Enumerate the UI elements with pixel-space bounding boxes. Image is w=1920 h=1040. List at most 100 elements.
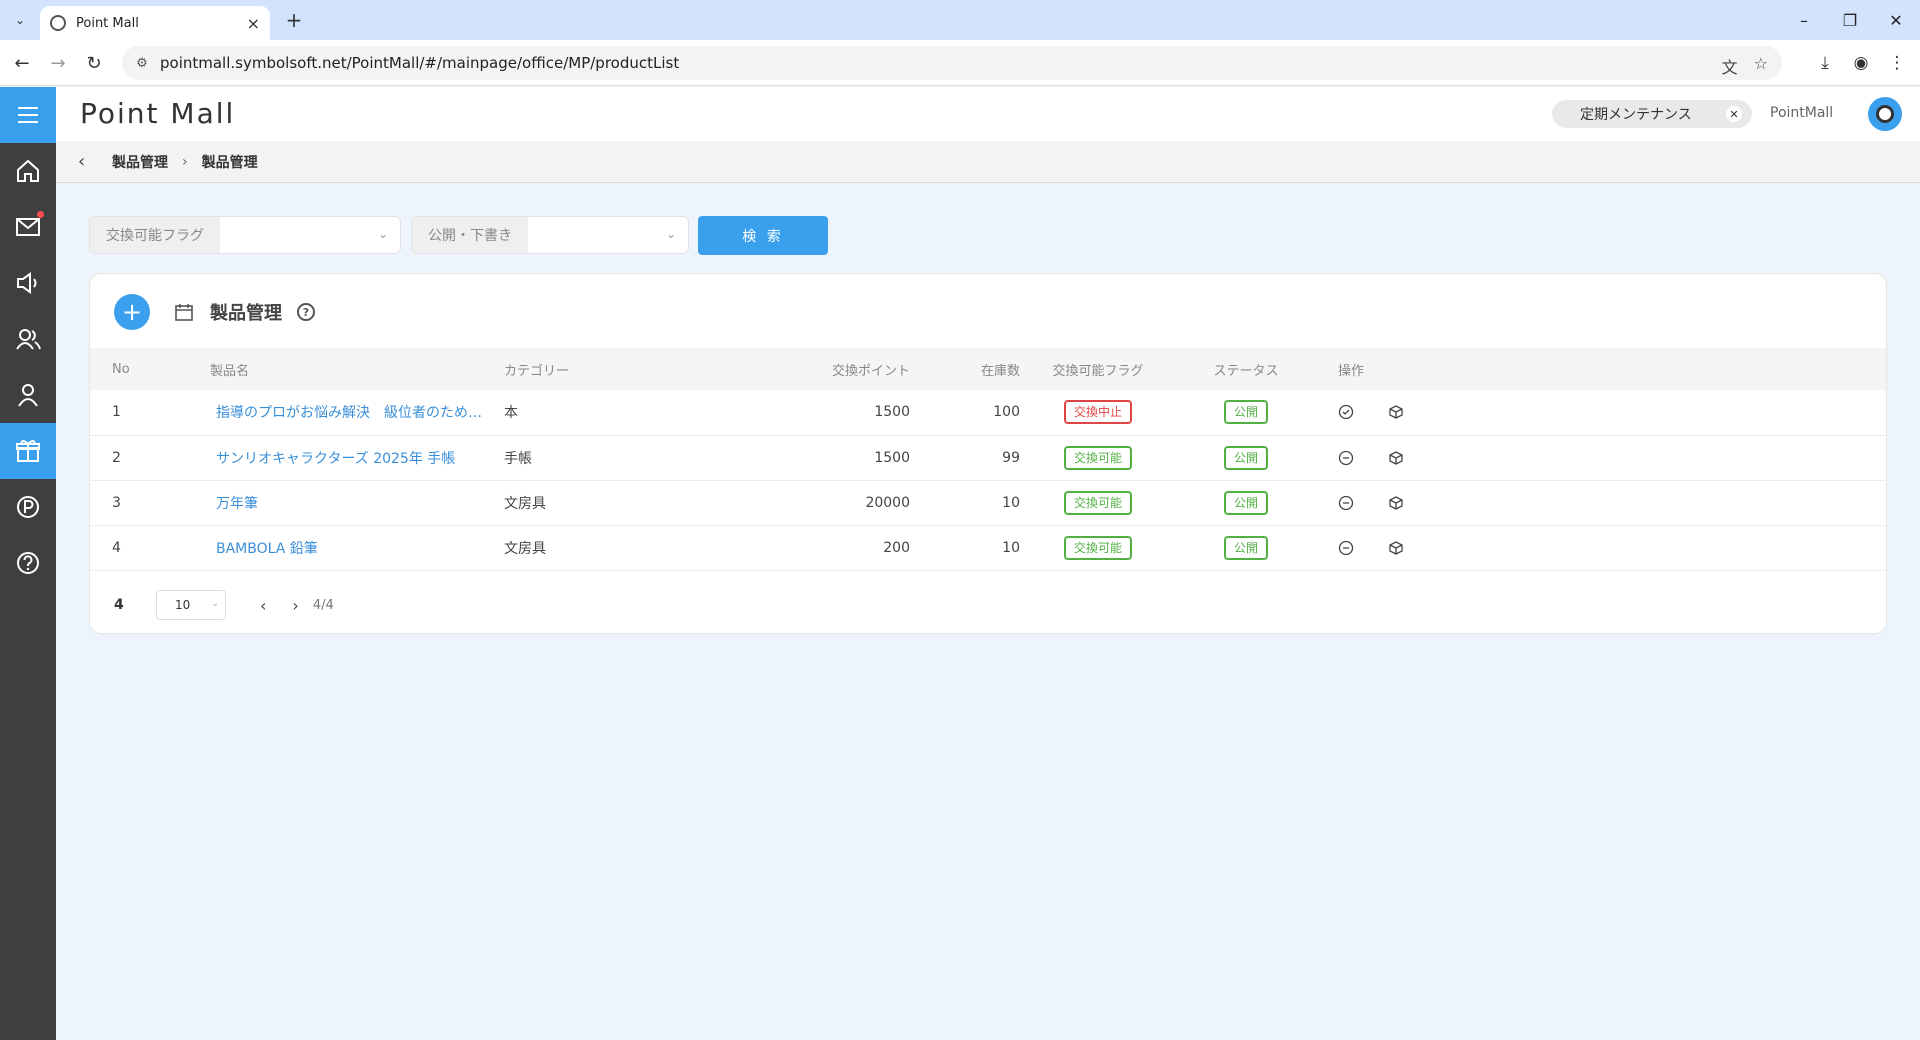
exchange-flag-select[interactable]: ⌄ bbox=[220, 217, 400, 253]
app-title: Point Mall bbox=[80, 97, 236, 130]
reload-icon[interactable]: ↻ bbox=[80, 49, 108, 77]
breadcrumb-item[interactable]: 製品管理 bbox=[112, 152, 168, 172]
new-tab-plus-icon[interactable]: + bbox=[282, 8, 306, 32]
profile-icon[interactable]: ◉ bbox=[1848, 50, 1874, 76]
download-icon[interactable]: ⤓ bbox=[1812, 50, 1838, 76]
cell-stock: 10 bbox=[910, 480, 1020, 526]
minimize-icon[interactable]: – bbox=[1784, 6, 1824, 34]
tab-close-icon[interactable]: × bbox=[247, 14, 260, 33]
globe-icon bbox=[50, 15, 66, 31]
cell-no: 1 bbox=[90, 390, 210, 436]
cell-points: 1500 bbox=[764, 435, 910, 481]
translate-icon[interactable]: 文 bbox=[1722, 54, 1738, 78]
product-name-link[interactable]: 万年筆 bbox=[210, 493, 258, 513]
publish-select[interactable]: ⌄ bbox=[528, 217, 688, 253]
help-question-icon[interactable]: ? bbox=[297, 303, 315, 321]
table-row: 4 BAMBOLA 鉛筆 文房具 200 10 交換可能 公開 bbox=[90, 525, 1886, 571]
sidebar-item-user[interactable] bbox=[0, 367, 56, 423]
browser-menu-icon[interactable]: ⋮ bbox=[1884, 50, 1910, 76]
exchange-flag-filter: 交換可能フラグ ⌄ bbox=[89, 216, 401, 254]
chevron-down-icon: ⌄ bbox=[211, 599, 219, 609]
package-box-icon[interactable] bbox=[1388, 450, 1404, 466]
chevron-down-icon: ⌄ bbox=[377, 227, 388, 241]
cell-stock: 100 bbox=[910, 390, 1020, 436]
col-header-status: ステータス bbox=[1176, 348, 1316, 390]
window-close-icon[interactable]: ✕ bbox=[1876, 6, 1916, 34]
sidebar-item-announcement[interactable] bbox=[0, 255, 56, 311]
cell-points: 1500 bbox=[764, 390, 910, 436]
product-list-card: + 製品管理 ? No 製品名 カテゴリー 交換ポイント 在庫数 交換可能フラグ… bbox=[89, 273, 1887, 634]
product-name-link[interactable]: 指導のプロがお悩み解決 級位者のための… bbox=[210, 402, 494, 422]
package-box-icon[interactable] bbox=[1388, 495, 1404, 511]
speaker-icon bbox=[17, 272, 37, 294]
page-size-select[interactable]: 10 ⌄ bbox=[156, 590, 226, 620]
disable-minus-circle-icon[interactable] bbox=[1338, 450, 1354, 466]
calendar-icon bbox=[175, 304, 193, 321]
cell-points: 200 bbox=[764, 525, 910, 571]
col-header-points: 交換ポイント bbox=[764, 348, 910, 390]
package-box-icon[interactable] bbox=[1388, 540, 1404, 556]
col-header-no: No bbox=[90, 348, 210, 390]
cell-category: 文房具 bbox=[504, 480, 764, 526]
notification-dot bbox=[37, 211, 44, 218]
maintenance-chip[interactable]: 定期メンテナンス ✕ bbox=[1552, 100, 1752, 128]
status-badge: 公開 bbox=[1223, 490, 1268, 515]
bookmark-star-icon[interactable]: ☆ bbox=[1754, 54, 1768, 78]
sidebar-item-users[interactable] bbox=[0, 311, 56, 367]
total-count: 4 bbox=[114, 597, 124, 613]
sidebar-item-products[interactable] bbox=[0, 423, 56, 479]
back-arrow-icon[interactable]: ← bbox=[8, 49, 36, 77]
sidebar bbox=[0, 87, 56, 1040]
product-table: No 製品名 カテゴリー 交換ポイント 在庫数 交換可能フラグ ステータス 操作… bbox=[90, 348, 1886, 571]
next-page-icon[interactable]: › bbox=[292, 596, 298, 615]
cell-no: 2 bbox=[90, 435, 210, 481]
cell-points: 20000 bbox=[764, 480, 910, 526]
cell-stock: 10 bbox=[910, 525, 1020, 571]
home-icon bbox=[17, 159, 39, 182]
restore-icon[interactable]: ❐ bbox=[1830, 6, 1870, 34]
tab-search-chevron-icon[interactable]: ⌄ bbox=[8, 8, 32, 32]
users-icon bbox=[16, 329, 41, 350]
app-header: Point Mall 定期メンテナンス ✕ PointMall bbox=[56, 87, 1920, 141]
product-name-link[interactable]: BAMBOLA 鉛筆 bbox=[210, 538, 318, 558]
disable-minus-circle-icon[interactable] bbox=[1338, 495, 1354, 511]
col-header-exchange-flag: 交換可能フラグ bbox=[1020, 348, 1176, 390]
status-badge: 公開 bbox=[1223, 535, 1268, 560]
gift-icon bbox=[16, 440, 40, 462]
sidebar-item-mail[interactable] bbox=[0, 199, 56, 255]
browser-tabbar: ⌄ Point Mall × + – ❐ ✕ bbox=[0, 0, 1920, 40]
cell-stock: 99 bbox=[910, 435, 1020, 481]
product-name-link[interactable]: サンリオキャラクターズ 2025年 手帳 bbox=[210, 448, 455, 468]
header-username[interactable]: PointMall bbox=[1770, 105, 1833, 121]
address-bar[interactable]: ⚙ pointmall.symbolsoft.net/PointMall/#/m… bbox=[122, 46, 1782, 80]
sidebar-item-help[interactable] bbox=[0, 535, 56, 591]
sidebar-item-points[interactable] bbox=[0, 479, 56, 535]
page-size-value: 10 bbox=[175, 598, 191, 612]
card-title: 製品管理 bbox=[210, 303, 282, 324]
cell-category: 文房具 bbox=[504, 525, 764, 571]
avatar[interactable] bbox=[1868, 97, 1902, 131]
sidebar-item-home[interactable] bbox=[0, 143, 56, 199]
chip-close-icon[interactable]: ✕ bbox=[1726, 106, 1742, 122]
hamburger-menu-icon[interactable] bbox=[0, 87, 56, 143]
browser-tab[interactable]: Point Mall × bbox=[40, 6, 270, 40]
site-settings-icon[interactable]: ⚙ bbox=[134, 55, 150, 71]
search-button[interactable]: 検 索 bbox=[698, 216, 828, 255]
col-header-name: 製品名 bbox=[210, 348, 504, 390]
disable-minus-circle-icon[interactable] bbox=[1338, 540, 1354, 556]
col-header-actions: 操作 bbox=[1316, 348, 1436, 390]
forward-arrow-icon[interactable]: → bbox=[44, 49, 72, 77]
add-product-button[interactable]: + bbox=[114, 294, 150, 330]
package-box-icon[interactable] bbox=[1388, 404, 1404, 420]
table-row: 2 サンリオキャラクターズ 2025年 手帳 手帳 1500 99 交換可能 公… bbox=[90, 435, 1886, 481]
back-chevron-icon[interactable]: ‹ bbox=[78, 151, 98, 172]
publish-filter: 公開・下書き ⌄ bbox=[411, 216, 689, 254]
tab-title: Point Mall bbox=[76, 15, 139, 31]
publish-filter-label: 公開・下書き bbox=[412, 217, 528, 253]
prev-page-icon[interactable]: ‹ bbox=[260, 596, 266, 615]
col-header-stock: 在庫数 bbox=[910, 348, 1020, 390]
exchange-flag-filter-label: 交換可能フラグ bbox=[90, 217, 220, 253]
status-badge: 公開 bbox=[1223, 400, 1268, 425]
enable-check-circle-icon[interactable] bbox=[1338, 404, 1354, 420]
chevron-down-icon: ⌄ bbox=[665, 227, 676, 241]
